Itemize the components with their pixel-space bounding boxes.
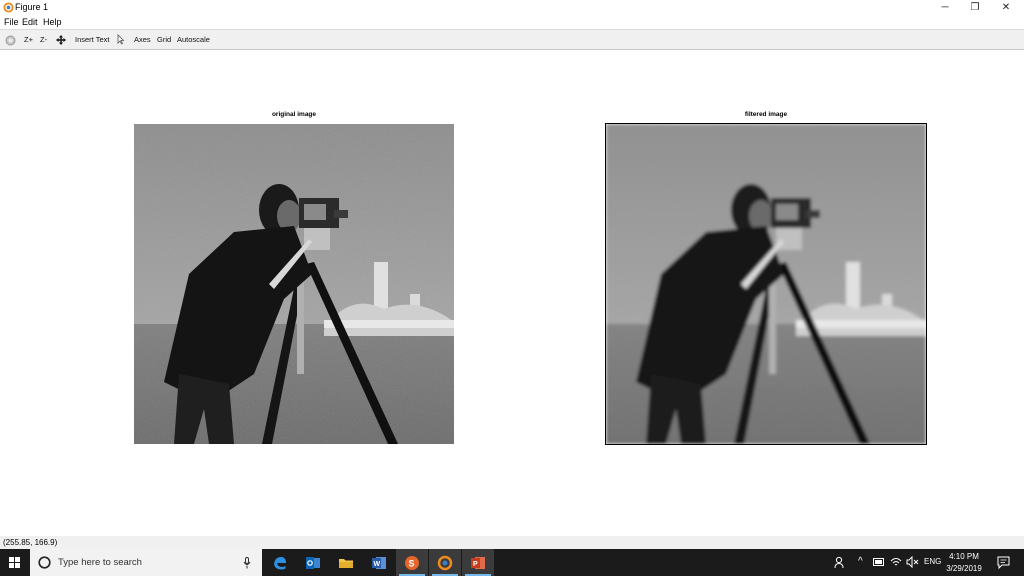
clock[interactable]: 4:10 PM 3/29/2019 (936, 551, 992, 575)
filtered-image-axes[interactable] (605, 123, 927, 445)
clock-time: 4:10 PM (949, 552, 979, 561)
show-hidden-icons-icon[interactable]: ^ (858, 556, 863, 567)
axes-button[interactable]: Axes (134, 35, 151, 44)
octave-app-icon (3, 2, 14, 13)
volume-muted-icon[interactable] (906, 556, 919, 568)
original-image-axes[interactable] (134, 124, 454, 444)
menu-bar: File Edit Help (0, 15, 1024, 29)
figure-toolbar: Z+ Z- Insert Text Axes Grid Autoscale (0, 29, 1024, 50)
outlook-icon[interactable] (297, 549, 329, 576)
clock-date: 3/29/2019 (946, 564, 982, 573)
microphone-icon[interactable] (243, 557, 251, 569)
window-title: Figure 1 (15, 2, 49, 12)
insert-text-button[interactable]: Insert Text (75, 35, 109, 44)
minimize-button[interactable]: ─ (930, 0, 960, 15)
word-icon[interactable]: W (363, 549, 395, 576)
file-explorer-icon[interactable] (330, 549, 362, 576)
maximize-button[interactable]: ❐ (960, 0, 990, 15)
search-placeholder: Type here to search (58, 557, 142, 568)
left-plot-title: original image (271, 111, 317, 118)
windows-start-icon[interactable] (0, 549, 30, 576)
grid-button[interactable]: Grid (157, 35, 171, 44)
notifications-icon[interactable] (997, 556, 1010, 569)
snagit-icon[interactable]: S (396, 549, 428, 576)
taskbar: Type here to search W S P ^ ENG 4:10 PM (0, 549, 1024, 576)
right-plot-title: filtered image (744, 111, 788, 118)
svg-text:P: P (473, 561, 478, 568)
edge-icon[interactable] (264, 549, 296, 576)
zoom-in-button[interactable]: Z+ (24, 35, 33, 44)
autoscale-button[interactable]: Autoscale (177, 35, 210, 44)
powerpoint-icon[interactable]: P (462, 549, 494, 576)
battery-icon[interactable] (873, 558, 885, 566)
zoom-out-button[interactable]: Z- (40, 35, 47, 44)
cursor-coordinates: (255.85, 166.9) (3, 538, 58, 547)
status-bar: (255.85, 166.9) (0, 536, 1024, 549)
select-cursor-icon[interactable] (117, 34, 125, 45)
rotate-icon[interactable] (5, 35, 16, 46)
close-button[interactable]: ✕ (991, 0, 1021, 15)
people-icon[interactable] (834, 556, 846, 569)
wifi-icon[interactable] (890, 556, 902, 568)
original-image (134, 124, 454, 444)
menu-help[interactable]: Help (43, 17, 62, 27)
svg-text:S: S (409, 558, 415, 568)
octave-icon[interactable] (429, 549, 461, 576)
menu-edit[interactable]: Edit (22, 17, 38, 27)
title-bar: Figure 1 ─ ❐ ✕ (0, 0, 1024, 15)
cortana-circle-icon (38, 556, 51, 569)
menu-file[interactable]: File (4, 17, 19, 27)
svg-text:W: W (374, 561, 381, 568)
taskbar-search-box[interactable]: Type here to search (30, 549, 262, 576)
filtered-image (606, 124, 926, 444)
pan-icon[interactable] (56, 35, 66, 45)
